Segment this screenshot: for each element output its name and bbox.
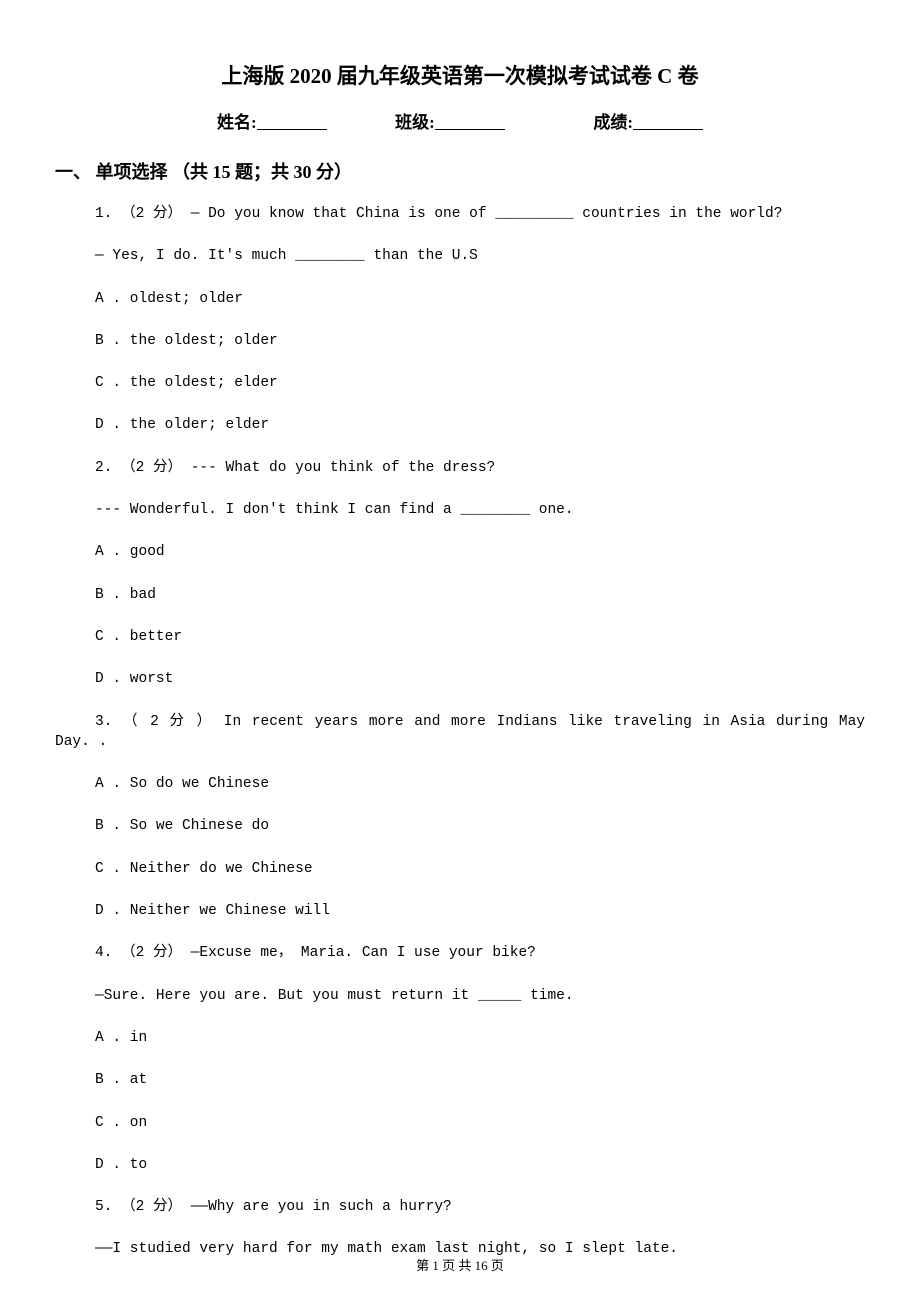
page-footer: 第 1 页 共 16 页: [0, 1255, 920, 1274]
q2-option-a: A . good: [55, 542, 865, 562]
section-header: 一、 单项选择 （共 15 题；共 30 分）: [55, 158, 865, 184]
q3-option-c: C . Neither do we Chinese: [55, 859, 865, 879]
q3-line1: 3. （ 2 分 ） In recent years more and more…: [55, 712, 865, 732]
name-label: 姓名:: [217, 108, 257, 133]
class-input-line[interactable]: [435, 114, 505, 130]
q4-line1: 4. （2 分） —Excuse me， Maria. Can I use yo…: [55, 943, 865, 963]
document-title: 上海版 2020 届九年级英语第一次模拟考试试卷 C 卷: [55, 60, 865, 90]
q2-option-d: D . worst: [55, 669, 865, 689]
q2-option-b: B . bad: [55, 585, 865, 605]
q3-option-d: D . Neither we Chinese will: [55, 901, 865, 921]
header-fields: 姓名: 班级: 成绩:: [55, 108, 865, 133]
score-input-line[interactable]: [633, 114, 703, 130]
q1-option-b: B . the oldest; older: [55, 331, 865, 351]
questions-container: 1. （2 分） — Do you know that China is one…: [55, 204, 865, 1260]
q2-option-c: C . better: [55, 627, 865, 647]
q4-line2: —Sure. Here you are. But you must return…: [55, 986, 865, 1006]
q1-option-c: C . the oldest; elder: [55, 373, 865, 393]
q2-line1: 2. （2 分） --- What do you think of the dr…: [55, 458, 865, 478]
q1-option-a: A . oldest; older: [55, 289, 865, 309]
q1-option-d: D . the older; elder: [55, 415, 865, 435]
q4-option-b: B . at: [55, 1070, 865, 1090]
q3-line1-part1: 3. （ 2 分 ） In recent years more and more…: [55, 712, 865, 732]
q3-line1-part2: Day. .: [55, 732, 865, 752]
q4-option-d: D . to: [55, 1155, 865, 1175]
q2-line2: --- Wonderful. I don't think I can find …: [55, 500, 865, 520]
class-label: 班级:: [395, 108, 435, 133]
q1-line1: 1. （2 分） — Do you know that China is one…: [55, 204, 865, 224]
q5-line1: 5. （2 分） ——Why are you in such a hurry?: [55, 1197, 865, 1217]
score-label: 成绩:: [593, 108, 633, 133]
q1-line2: — Yes, I do. It's much ________ than the…: [55, 246, 865, 266]
q3-option-b: B . So we Chinese do: [55, 816, 865, 836]
q3-option-a: A . So do we Chinese: [55, 774, 865, 794]
q4-option-a: A . in: [55, 1028, 865, 1048]
name-input-line[interactable]: [257, 114, 327, 130]
q4-option-c: C . on: [55, 1113, 865, 1133]
